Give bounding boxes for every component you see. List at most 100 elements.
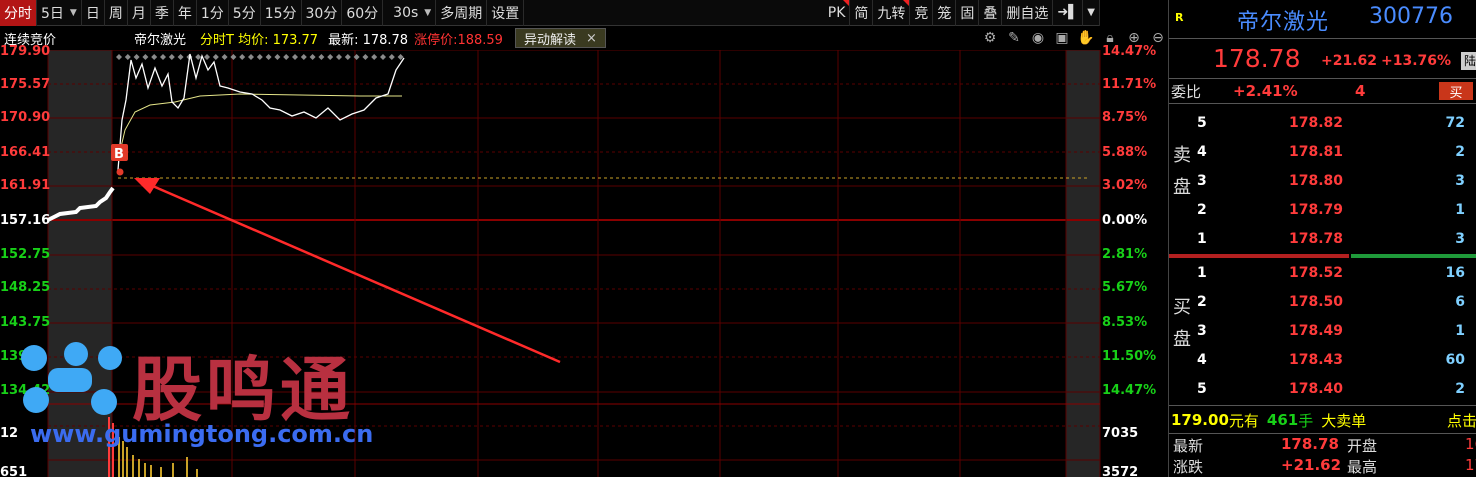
- y-label-right: 11.50%: [1102, 349, 1157, 364]
- tick-marker: [248, 54, 254, 60]
- settings-button[interactable]: 设置: [487, 0, 525, 26]
- chevron-down-icon[interactable]: ▼: [1083, 0, 1100, 26]
- bid-volume: 2: [1455, 380, 1465, 397]
- tick-marker: [195, 54, 202, 60]
- tape-qty: 461: [1266, 411, 1299, 429]
- ask-row-1[interactable]: 1 178.78 3: [1169, 224, 1476, 253]
- bid-price: 178.40: [1289, 380, 1344, 397]
- stat-row: 最新 178.78 开盘 16: [1169, 435, 1476, 457]
- ask-level: 5: [1197, 114, 1207, 131]
- quote-price: 178.78: [1213, 44, 1301, 73]
- bid-row-2[interactable]: 2 178.50 6: [1169, 287, 1476, 316]
- tick-marker: [388, 54, 395, 60]
- stat-key: 开盘: [1347, 437, 1378, 455]
- overlay-button[interactable]: 叠: [979, 0, 1003, 26]
- auction-button[interactable]: 竞: [910, 0, 934, 26]
- pk-button[interactable]: PK: [824, 0, 851, 26]
- buy-button[interactable]: 买: [1439, 82, 1473, 101]
- tab-30s[interactable]: 30s: [383, 0, 437, 26]
- tick-marker: [151, 54, 158, 60]
- tab-1min[interactable]: 1分: [197, 0, 229, 26]
- tape-click-link[interactable]: 点击: [1447, 410, 1476, 431]
- tab-year[interactable]: 年: [174, 0, 197, 26]
- pen-icon[interactable]: ✎: [1004, 28, 1024, 48]
- tick-marker: [344, 54, 351, 60]
- bid-volume: 1: [1455, 322, 1465, 339]
- tick-marker: [116, 54, 122, 60]
- tick-marker: [336, 54, 342, 60]
- eye-icon[interactable]: ◉: [1028, 28, 1048, 48]
- tape-unit: 元有: [1228, 411, 1259, 430]
- tab-month[interactable]: 月: [128, 0, 151, 26]
- tab-5min[interactable]: 5分: [229, 0, 261, 26]
- tab-multi-period[interactable]: 多周期: [436, 0, 488, 26]
- hand-icon[interactable]: ✋: [1076, 28, 1096, 48]
- tick-marker: [142, 54, 149, 60]
- stat-row: 涨跌 +21.62 最高 17: [1169, 456, 1476, 477]
- ask-level: 3: [1197, 172, 1207, 189]
- period-toolbar: 分时 5日 日 周 月 季 年 1分 5分 15分 30分 60分 30s 多周…: [0, 0, 1100, 26]
- big-order-tape[interactable]: 179.00 元有 461 手 大卖单 点击: [1169, 407, 1476, 433]
- remove-favorite-button[interactable]: 删自选: [1002, 0, 1054, 26]
- tab-15min[interactable]: 15分: [261, 0, 302, 26]
- ask-row-3[interactable]: 3 178.80 3: [1169, 166, 1476, 195]
- tab-5day[interactable]: 5日: [37, 0, 82, 26]
- tick-marker: [362, 54, 369, 60]
- ask-price: 178.81: [1289, 143, 1344, 160]
- y-label-right: 14.47%: [1102, 44, 1157, 59]
- stock-name: 帝尔激光: [134, 32, 187, 48]
- briefcase-icon[interactable]: ▣: [1052, 28, 1072, 48]
- bid-row-1[interactable]: 1 178.52 16: [1169, 258, 1476, 287]
- tab-30min[interactable]: 30分: [302, 0, 343, 26]
- tab-week[interactable]: 周: [105, 0, 128, 26]
- quote-stock-code: 300776: [1369, 4, 1453, 29]
- ask-level: 1: [1197, 230, 1207, 247]
- tab-intraday[interactable]: 分时: [0, 0, 37, 26]
- ask-row-4[interactable]: 4 178.81 2: [1169, 137, 1476, 166]
- ask-level: 2: [1197, 201, 1207, 218]
- gear-icon[interactable]: ⚙: [980, 28, 1000, 48]
- anomaly-interpretation-button[interactable]: 异动解读 ×: [514, 28, 606, 48]
- bid-price: 178.52: [1289, 264, 1344, 281]
- y-label-right: 14.47%: [1102, 383, 1157, 398]
- buy-marker-label: B: [114, 147, 124, 162]
- stat-value: +21.62: [1281, 456, 1342, 474]
- tick-marker: [318, 54, 325, 60]
- stat-key: 最新: [1173, 437, 1204, 455]
- y-label-left: 166.41: [0, 145, 51, 160]
- quote-change-pct: +13.76%: [1381, 53, 1452, 69]
- ask-row-2[interactable]: 2 178.79 1: [1169, 195, 1476, 224]
- tick-marker: [371, 54, 378, 60]
- tape-qty-unit: 手: [1298, 411, 1314, 430]
- watermark-url: www.gumingtong.com.cn: [30, 420, 374, 448]
- watermark: 股鸣通 www.gumingtong.com.cn: [14, 342, 454, 472]
- bid-level: 3: [1197, 322, 1207, 339]
- tab-60min[interactable]: 60分: [342, 0, 384, 26]
- bid-level: 2: [1197, 293, 1207, 310]
- brand-logo-icon: [21, 342, 122, 415]
- bid-row-4[interactable]: 4 178.43 60: [1169, 345, 1476, 374]
- y-label-left: 157.16: [0, 213, 51, 228]
- bid-row-3[interactable]: 3 178.49 1: [1169, 316, 1476, 345]
- cage-button[interactable]: 笼: [933, 0, 957, 26]
- tab-quarter[interactable]: 季: [151, 0, 174, 26]
- y-label-right: 2.81%: [1102, 247, 1148, 262]
- fix-button[interactable]: 固: [956, 0, 980, 26]
- bid-level: 1: [1197, 264, 1207, 281]
- nine-turn-button[interactable]: 九转: [873, 0, 911, 26]
- order-ratio-pct: +2.41%: [1233, 82, 1298, 100]
- tab-day[interactable]: 日: [82, 0, 105, 26]
- ask-price: 178.82: [1289, 114, 1344, 131]
- exit-icon[interactable]: ➜▌: [1053, 0, 1084, 26]
- order-ratio-row: 委比 +2.41% 4 买: [1169, 80, 1476, 102]
- y-label-right: 0.00%: [1102, 213, 1148, 228]
- tick-marker: [239, 54, 246, 60]
- tick-marker: [160, 54, 166, 60]
- close-icon[interactable]: ×: [586, 31, 597, 46]
- intraday-chart[interactable]: B 179.90 175.57 170.90 166.41 161.91 157…: [0, 44, 1168, 477]
- ask-row-5[interactable]: 5 178.82 72: [1169, 108, 1476, 137]
- quote-stock-name: 帝尔激光: [1237, 10, 1330, 35]
- simple-button[interactable]: 简: [850, 0, 874, 26]
- post-close-zone: [1066, 50, 1100, 477]
- bid-row-5[interactable]: 5 178.40 2: [1169, 374, 1476, 403]
